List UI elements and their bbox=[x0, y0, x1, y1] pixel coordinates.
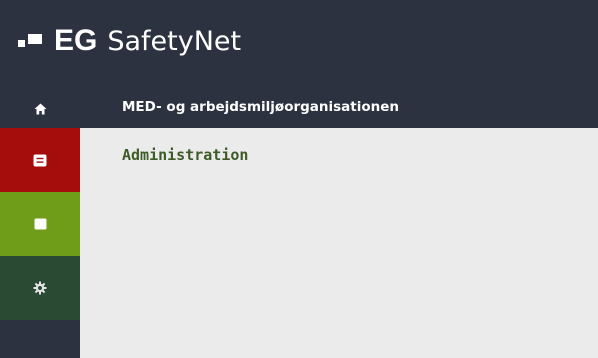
logo[interactable]: EG SafetyNet bbox=[18, 20, 241, 62]
sidebar-item-overview[interactable] bbox=[0, 192, 80, 256]
logo-mark-icon bbox=[18, 28, 46, 54]
breadcrumb[interactable]: Administration bbox=[122, 146, 248, 164]
main-content: Administration bbox=[80, 128, 598, 358]
gear-icon bbox=[33, 281, 47, 295]
sidebar bbox=[0, 128, 80, 358]
sidebar-item-settings[interactable] bbox=[0, 256, 80, 320]
logo-product-name: SafetyNet bbox=[107, 25, 242, 57]
home-button[interactable] bbox=[0, 90, 80, 128]
home-icon bbox=[34, 103, 46, 115]
sidebar-item-documents[interactable] bbox=[0, 128, 80, 192]
document-icon bbox=[33, 154, 47, 166]
page-title: MED- og arbejdsmiljøorganisationen bbox=[122, 99, 400, 115]
app-window: EG SafetyNet MED- og arbejdsmiljøorganis… bbox=[0, 0, 598, 358]
logo-brand: EG bbox=[54, 24, 98, 57]
app-header: EG SafetyNet bbox=[0, 0, 598, 90]
nav-bar: MED- og arbejdsmiljøorganisationen bbox=[0, 90, 598, 128]
square-icon bbox=[34, 218, 46, 230]
